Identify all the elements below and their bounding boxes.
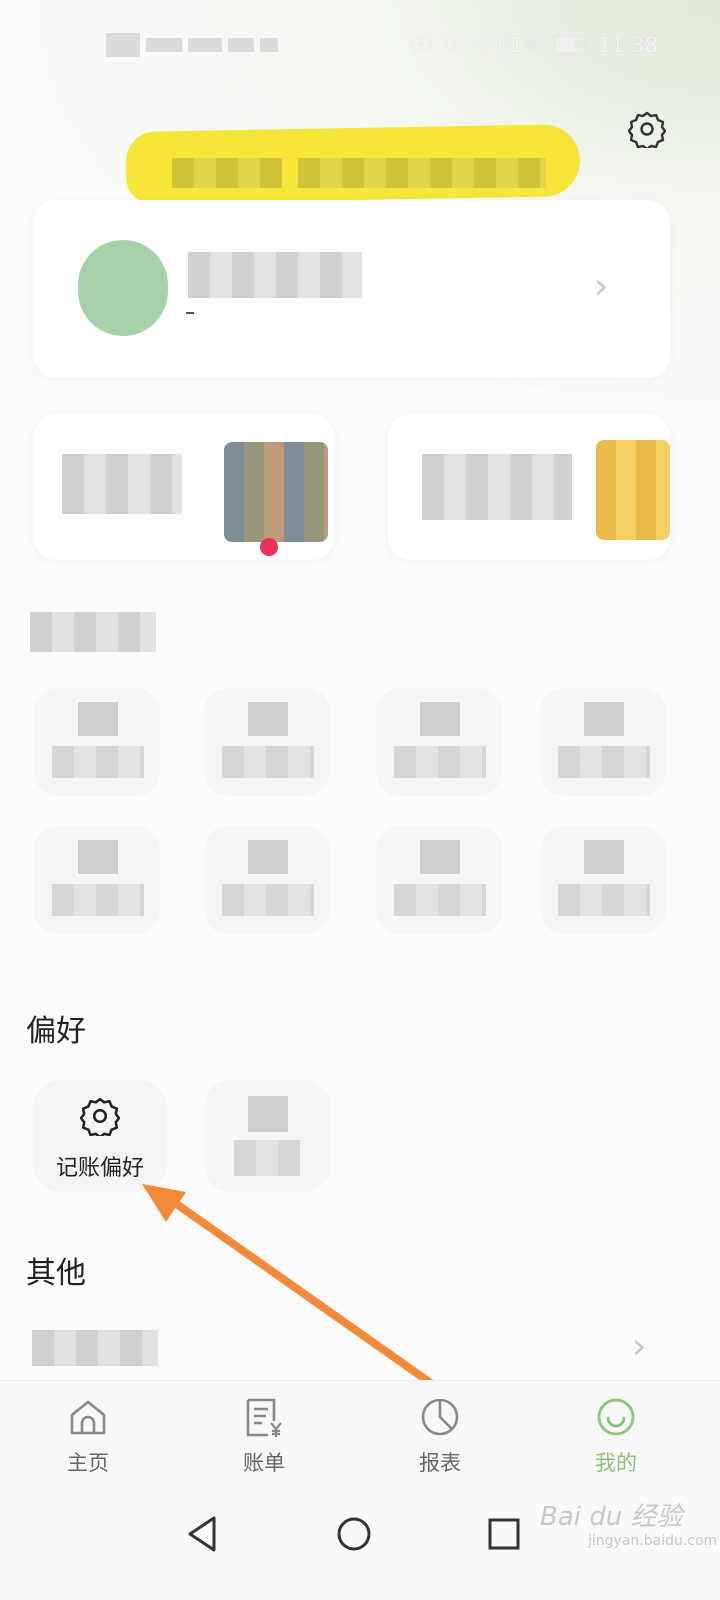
recents-icon[interactable] [480, 1510, 528, 1558]
bookkeeping-preferences-button[interactable]: 记账偏好 [34, 1080, 166, 1192]
data-icon [260, 38, 278, 52]
battery-icon [553, 34, 588, 55]
grid-tile[interactable] [540, 826, 666, 934]
status-time: 11:38 [597, 32, 658, 57]
grid-tile[interactable] [540, 688, 666, 796]
blurred-header-text [172, 158, 282, 188]
promo-dot [260, 538, 278, 556]
gear-icon [79, 1096, 121, 1139]
status-bar: 61% 11:38 [0, 22, 720, 68]
bottom-navigation: 主页 账单 报表 我的 [0, 1380, 720, 1489]
chevron-right-icon: › [632, 1326, 647, 1367]
nav-label: 我的 [595, 1451, 637, 1475]
report-icon [420, 1397, 460, 1441]
section-title-preferences: 偏好 [26, 1014, 86, 1049]
bill-icon [244, 1397, 284, 1441]
nav-profile[interactable]: 我的 [556, 1381, 676, 1489]
promo-card-left[interactable] [34, 414, 334, 560]
chevron-right-icon: › [594, 266, 609, 307]
nav-bill[interactable]: 账单 [204, 1381, 324, 1489]
promo-illustration-2 [596, 440, 670, 540]
nav-label: 账单 [243, 1451, 285, 1475]
blurred-username [188, 252, 362, 298]
home-circle-icon[interactable] [330, 1510, 378, 1558]
grid-tile[interactable] [376, 688, 502, 796]
nav-home[interactable]: 主页 [28, 1381, 148, 1489]
grid-tile[interactable] [376, 826, 502, 934]
blurred-preference-tile[interactable] [204, 1080, 330, 1192]
wifi-icon [228, 38, 254, 52]
blurred-header-text-2 [298, 158, 546, 188]
nav-label: 报表 [419, 1451, 461, 1475]
grid-tile[interactable] [204, 688, 330, 796]
profile-card[interactable]: › [34, 200, 670, 378]
bluetooth-icon [475, 29, 488, 58]
carrier-icon [106, 33, 140, 57]
blurred-list-item[interactable] [32, 1330, 158, 1366]
blurred-section-title [30, 612, 156, 652]
battery-percent: 61% [496, 32, 544, 57]
alarm-icon [443, 31, 465, 58]
promo-card-right[interactable] [388, 414, 670, 560]
settings-gear-icon[interactable] [627, 110, 667, 151]
section-title-other: 其他 [26, 1256, 86, 1291]
nav-label: 主页 [67, 1451, 109, 1475]
eye-icon [409, 33, 433, 57]
grid-tile[interactable] [34, 826, 160, 934]
avatar[interactable] [78, 240, 168, 336]
signal-icon [146, 38, 182, 52]
nav-report[interactable]: 报表 [380, 1381, 500, 1489]
blurred-promo-text [62, 454, 182, 514]
status-right: 61% 11:38 [409, 29, 658, 58]
back-icon[interactable] [180, 1510, 228, 1558]
status-left-icons [106, 32, 278, 58]
blurred-promo-text-2 [422, 454, 572, 520]
grid-tile[interactable] [34, 688, 160, 796]
watermark-logo: Bai du 经验 jingyan.baidu.com [540, 1502, 718, 1549]
signal-icon-2 [188, 38, 222, 52]
grid-tile[interactable] [204, 826, 330, 934]
profile-icon [596, 1397, 636, 1441]
bookkeeping-preferences-label: 记账偏好 [55, 1156, 144, 1181]
profile-subtitle-dash [186, 312, 194, 314]
home-icon [68, 1397, 108, 1441]
promo-illustration [224, 442, 328, 542]
